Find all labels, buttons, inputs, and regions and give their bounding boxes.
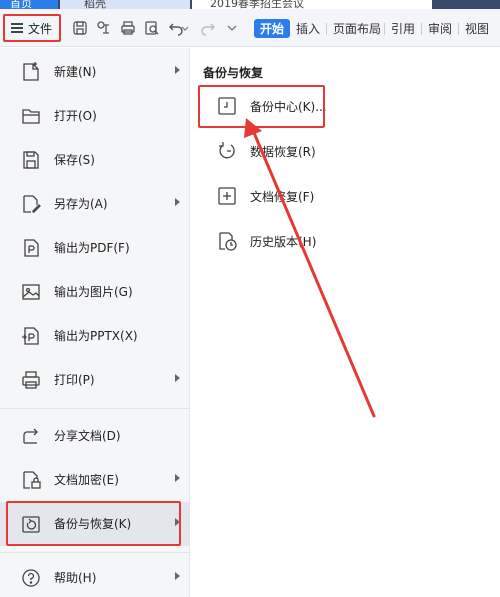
- highlight-box-backup-center: [198, 85, 325, 128]
- chevron-right-icon: [175, 66, 180, 74]
- toolbar: 文件 开始 插入 页面布局 引用 审阅 视图: [0, 9, 500, 47]
- save-icon: [20, 149, 42, 171]
- submenu-item-doc-repair[interactable]: 文档修复(F): [200, 176, 490, 216]
- menu-item-export-image[interactable]: 输出为图片(G): [0, 270, 190, 314]
- new-file-icon: [20, 61, 42, 83]
- file-menu-label: 文件: [28, 21, 53, 36]
- tab-docer[interactable]: 稻壳: [60, 0, 190, 9]
- tab-references[interactable]: 引用: [391, 20, 415, 37]
- file-menu-button[interactable]: 文件: [3, 14, 61, 42]
- undo-dropdown-icon[interactable]: [181, 20, 189, 36]
- toolbar-divider: [458, 23, 459, 35]
- lock-doc-icon: [20, 469, 42, 491]
- open-folder-icon: [20, 105, 42, 127]
- tab-page-layout[interactable]: 页面布局: [333, 20, 381, 37]
- pptx-icon: [20, 325, 42, 347]
- menu-item-open[interactable]: 打开(O): [0, 94, 190, 138]
- help-icon: [20, 567, 42, 589]
- submenu-item-history-version[interactable]: 历史版本(H): [200, 221, 490, 261]
- format-painter-icon[interactable]: [96, 20, 112, 36]
- menu-item-new[interactable]: 新建(N): [0, 50, 190, 94]
- menu-item-help[interactable]: 帮助(H): [0, 556, 190, 597]
- menu-item-encrypt[interactable]: 文档加密(E): [0, 458, 190, 502]
- tab-document[interactable]: 2019春季招生会议: [192, 0, 432, 9]
- menu-divider: [0, 552, 190, 553]
- toolbar-divider: [421, 23, 422, 35]
- window-tab-strip: 首页 稻壳 2019春季招生会议: [0, 0, 500, 9]
- hamburger-icon: [11, 23, 23, 33]
- menu-item-export-pptx[interactable]: 输出为PPTX(X): [0, 314, 190, 358]
- redo-icon[interactable]: [200, 20, 216, 36]
- more-icon[interactable]: [226, 20, 238, 36]
- history-version-icon: [216, 230, 238, 252]
- tab-home-ribbon[interactable]: 开始: [254, 19, 291, 38]
- menu-item-share[interactable]: 分享文档(D): [0, 414, 190, 458]
- chevron-right-icon: [175, 374, 180, 382]
- menu-item-save[interactable]: 保存(S): [0, 138, 190, 182]
- highlight-box-backup-restore: [6, 501, 181, 546]
- doc-repair-icon: [216, 185, 238, 207]
- share-icon: [20, 425, 42, 447]
- save-as-icon: [20, 193, 42, 215]
- image-icon: [20, 281, 42, 303]
- menu-item-export-pdf[interactable]: 输出为PDF(F): [0, 226, 190, 270]
- toolbar-divider: [326, 23, 327, 35]
- print-icon[interactable]: [120, 20, 136, 36]
- pdf-icon: [20, 237, 42, 259]
- submenu-item-data-recovery[interactable]: 数据恢复(R): [200, 131, 490, 171]
- tab-insert[interactable]: 插入: [296, 20, 320, 37]
- menu-item-print[interactable]: 打印(P): [0, 358, 190, 402]
- chevron-right-icon: [175, 198, 180, 206]
- data-recovery-icon: [216, 140, 238, 162]
- tab-review[interactable]: 审阅: [428, 20, 452, 37]
- chevron-right-icon: [175, 474, 180, 482]
- submenu-title: 备份与恢复: [203, 66, 264, 80]
- menu-item-save-as[interactable]: 另存为(A): [0, 182, 190, 226]
- print-icon: [20, 369, 42, 391]
- print-preview-icon[interactable]: [144, 20, 160, 36]
- tab-view[interactable]: 视图: [465, 20, 489, 37]
- toolbar-divider: [384, 23, 385, 35]
- tab-home[interactable]: 首页: [0, 0, 58, 9]
- menu-divider: [0, 408, 190, 409]
- chevron-right-icon: [175, 572, 180, 580]
- save-icon[interactable]: [72, 20, 88, 36]
